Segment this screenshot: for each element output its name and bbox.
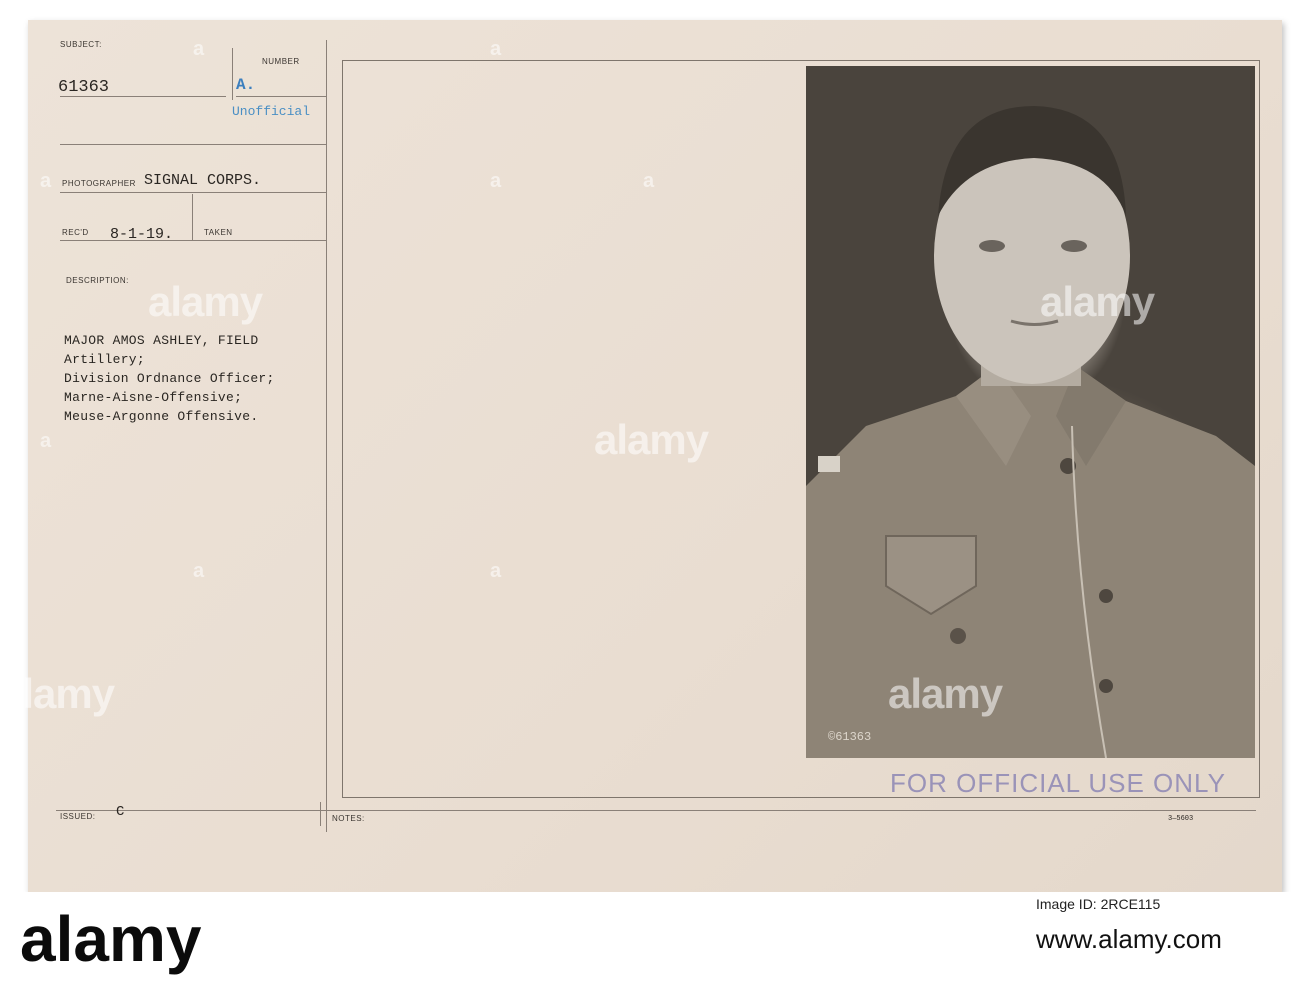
form-code: 3—5603 <box>1168 815 1194 823</box>
description-line: Artillery; <box>64 352 146 367</box>
archive-card: SUBJECT: NUMBER PHOTOGRAPHER REC'D TAKEN… <box>0 20 1282 892</box>
recd-date: 8-1-19. <box>110 226 174 243</box>
portrait-photo: ©61363 <box>806 66 1255 758</box>
watermark-mark: a <box>40 430 52 452</box>
description-line: Marne-Aisne-Offensive; <box>64 390 243 405</box>
image-id: Image ID: 2RCE115 <box>1036 896 1161 912</box>
issued-value: C <box>116 804 125 820</box>
notes-divider <box>320 802 321 826</box>
bottom-rule <box>56 810 1256 811</box>
issued-label: ISSUED: <box>60 812 96 821</box>
watermark-mark: a <box>490 560 502 582</box>
number-label: NUMBER <box>262 57 300 66</box>
photo-negative-number: ©61363 <box>828 730 872 744</box>
watermark-mark: a <box>490 170 502 192</box>
description-label: DESCRIPTION: <box>66 276 129 285</box>
subject-number: 61363 <box>58 78 110 97</box>
unofficial-stamp: Unofficial <box>232 104 311 119</box>
photographer-value: SIGNAL CORPS. <box>144 172 262 189</box>
photographer-label: PHOTOGRAPHER <box>62 179 136 188</box>
photographer-rule <box>60 192 326 193</box>
site-url[interactable]: www.alamy.com <box>1036 924 1222 955</box>
watermark-mark: a <box>643 170 655 192</box>
soldier-portrait-image <box>806 106 1255 758</box>
watermark-logo: alamy <box>1040 278 1155 325</box>
number-divider <box>232 48 233 100</box>
subject-label: SUBJECT: <box>60 40 102 49</box>
description-line: MAJOR AMOS ASHLEY, FIELD <box>64 333 259 348</box>
watermark-mark: a <box>40 170 52 192</box>
recd-divider <box>192 194 193 240</box>
watermark-logo: alamy <box>0 670 115 717</box>
stock-footer: alamy Image ID: 2RCE115 www.alamy.com <box>0 892 1300 984</box>
watermark-logo: alamy <box>888 670 1003 717</box>
notes-label: NOTES: <box>332 814 365 823</box>
watermark-mark: a <box>490 38 502 60</box>
description-line: Meuse-Argonne Offensive. <box>64 409 259 424</box>
unofficial-rule <box>60 144 326 145</box>
recd-rule <box>60 240 326 241</box>
watermark-logo: alamy <box>594 416 709 463</box>
watermark-mark: a <box>193 560 205 582</box>
recd-label: REC'D <box>62 228 89 237</box>
watermark-logo: alamy <box>148 278 263 325</box>
watermark-mark: a <box>193 38 205 60</box>
number-value: A. <box>236 76 256 94</box>
taken-label: TAKEN <box>204 228 233 237</box>
number-rule <box>236 96 326 97</box>
official-use-stamp: FOR OFFICIAL USE ONLY <box>890 768 1226 798</box>
left-column-border <box>326 40 327 832</box>
alamy-logo: alamy <box>20 903 202 975</box>
description-line: Division Ordnance Officer; <box>64 371 275 386</box>
